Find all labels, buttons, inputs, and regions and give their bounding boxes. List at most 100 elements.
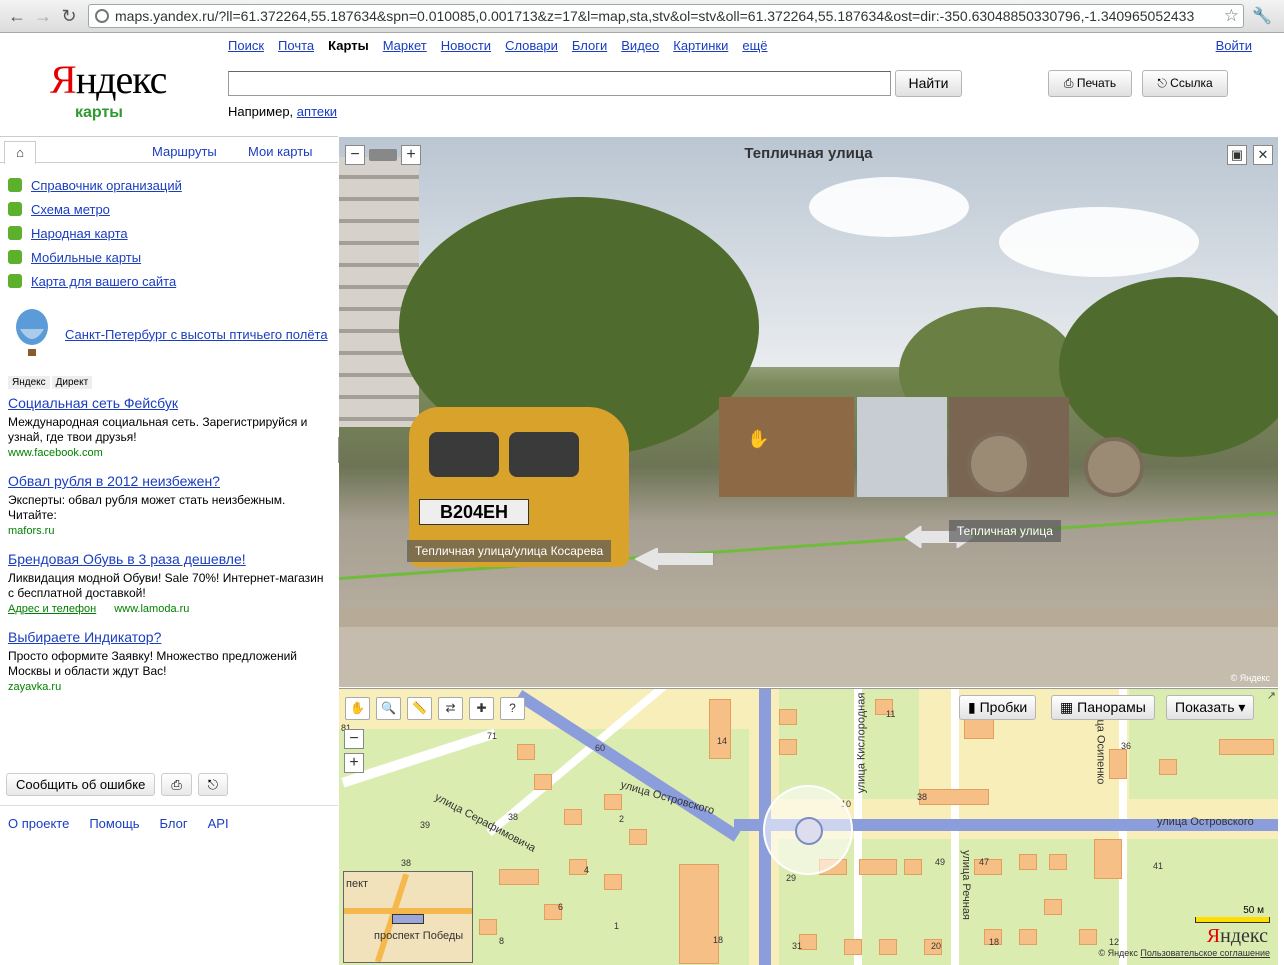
ad-tag-yandex[interactable]: Яндекс	[8, 376, 50, 389]
hand-cursor-icon: ✋	[747, 429, 770, 449]
tab-routes[interactable]: Маршруты	[152, 144, 217, 159]
divider	[0, 805, 338, 806]
nav-maps: Карты	[328, 38, 369, 53]
ad-address-link[interactable]: Адрес и телефон	[8, 603, 96, 615]
traffic-light-icon: ▮	[968, 699, 976, 715]
ad-item: Выбираете Индикатор? Просто оформите Зая…	[8, 629, 328, 693]
nav-video[interactable]: Видео	[621, 38, 659, 53]
ad-title[interactable]: Выбираете Индикатор?	[8, 629, 328, 646]
star-icon[interactable]: ☆	[1224, 5, 1239, 27]
street-label-left[interactable]: Тепличная улица/улица Косарева	[407, 540, 612, 562]
ruler-tool[interactable]: 📏	[407, 697, 432, 720]
panorama-view[interactable]: В204ЕН Тепличная улица − + ▣ ✕ Тепличная…	[339, 137, 1278, 687]
traffic-button[interactable]: ▮ Пробки	[959, 695, 1037, 720]
link-button[interactable]: ⎋ Ссылка	[1142, 70, 1228, 97]
promo[interactable]: Санкт-Петербург с высоты птичьего полёта	[10, 309, 328, 359]
people-map-icon	[8, 226, 22, 240]
building	[1079, 929, 1097, 945]
nav-market[interactable]: Маркет	[383, 38, 427, 53]
wrench-icon[interactable]: 🔧	[1252, 6, 1272, 26]
nav-blogs[interactable]: Блоги	[572, 38, 607, 53]
expand-map-icon[interactable]: ↗	[1267, 689, 1276, 702]
nav-mail[interactable]: Почта	[278, 38, 314, 53]
footer-blog[interactable]: Блог	[160, 816, 188, 831]
menu-item-site-map[interactable]: Карта для вашего сайта	[8, 269, 182, 293]
minimap-viewport[interactable]	[392, 914, 424, 924]
house-number: 47	[979, 857, 990, 867]
show-layers-button[interactable]: Показать ▾	[1166, 695, 1255, 720]
link-icon: ⎋	[1157, 76, 1167, 90]
fullscreen-button[interactable]: ▣	[1227, 145, 1247, 165]
route-tool[interactable]: ⇄	[438, 697, 463, 720]
hand-tool[interactable]: ✋	[345, 697, 370, 720]
zoom-slider[interactable]	[369, 149, 397, 161]
link-small-button[interactable]: ⎋	[197, 773, 229, 796]
map-view[interactable]: улица Островского улица Островского улиц…	[339, 688, 1278, 965]
minimap-label: пект	[346, 878, 369, 890]
map-zoom-out-button[interactable]: −	[344, 729, 364, 749]
panorama-man-icon[interactable]	[795, 817, 823, 845]
map-zoom-in-button[interactable]: +	[344, 753, 364, 773]
minimap[interactable]: пект проспект Победы	[343, 871, 473, 963]
footer-help[interactable]: Помощь	[89, 816, 139, 831]
forward-icon[interactable]: →	[32, 5, 54, 27]
nav-images[interactable]: Картинки	[673, 38, 728, 53]
panorama-title: Тепличная улица	[744, 145, 873, 162]
building	[709, 699, 731, 759]
nav-more[interactable]: ещё	[742, 38, 767, 53]
green-area	[779, 689, 919, 799]
nav-news[interactable]: Новости	[441, 38, 491, 53]
ad-url[interactable]: zayavka.ru	[8, 681, 328, 693]
magnifier-tool[interactable]: 🔍	[376, 697, 401, 720]
search-button[interactable]: Найти	[895, 70, 962, 97]
ad-title[interactable]: Обвал рубля в 2012 неизбежен?	[8, 473, 328, 490]
services-nav: Поиск Почта Карты Маркет Новости Словари…	[228, 38, 768, 53]
ad-title[interactable]: Социальная сеть Фейсбук	[8, 395, 328, 412]
print-button[interactable]: ⎙ Печать	[1048, 70, 1132, 97]
example-link[interactable]: аптеки	[297, 104, 337, 119]
footer-about[interactable]: О проекте	[8, 816, 69, 831]
report-error-button[interactable]: Сообщить об ошибке	[6, 773, 156, 796]
info-tool[interactable]: ?	[500, 697, 525, 720]
ad-url[interactable]: mafors.ru	[8, 525, 328, 537]
print-small-button[interactable]: ⎙	[161, 773, 192, 796]
ad-url[interactable]: www.lamoda.ru	[114, 603, 189, 615]
house-number: 60	[595, 743, 606, 753]
ad-tag-direct[interactable]: Директ	[51, 376, 93, 389]
nav-search[interactable]: Поиск	[228, 38, 264, 53]
address-bar[interactable]: maps.yandex.ru/?ll=61.372264,55.187634&s…	[88, 4, 1244, 28]
footer-api[interactable]: API	[208, 816, 229, 831]
close-panorama-button[interactable]: ✕	[1253, 145, 1273, 165]
back-icon[interactable]: ←	[6, 5, 28, 27]
menu-item-directory[interactable]: Справочник организаций	[8, 173, 182, 197]
menu-item-metro[interactable]: Схема метро	[8, 197, 182, 221]
road	[339, 627, 1278, 687]
yandex-logo[interactable]: Яндекс	[50, 56, 167, 103]
search-input[interactable]	[228, 71, 891, 96]
ad-title[interactable]: Брендовая Обувь в 3 раза дешевле!	[8, 551, 328, 568]
nav-dictionaries[interactable]: Словари	[505, 38, 558, 53]
ad-url[interactable]: www.facebook.com	[8, 447, 328, 459]
reload-icon[interactable]: ↻	[58, 5, 80, 27]
panoramas-button[interactable]: ▦ Панорамы	[1051, 695, 1155, 720]
house-number: 18	[713, 935, 724, 945]
login-link[interactable]: Войти	[1216, 38, 1252, 53]
user-agreement-link[interactable]: Пользовательское соглашение	[1140, 948, 1270, 958]
zoom-in-button[interactable]: +	[401, 145, 421, 165]
ad-text: Просто оформите Заявку! Множество предло…	[8, 649, 298, 678]
van-window	[509, 432, 579, 477]
tab-my-maps[interactable]: Мои карты	[248, 144, 313, 159]
promo-link: Санкт-Петербург с высоты птичьего полёта	[65, 326, 328, 342]
home-tab[interactable]: ⌂	[4, 141, 36, 164]
add-point-tool[interactable]: ✚	[469, 697, 494, 720]
menu-item-mobile[interactable]: Мобильные карты	[8, 245, 182, 269]
sidebar-actions: Сообщить об ошибке ⎙ ⎋	[6, 773, 229, 796]
ad-text: Международная социальная сеть. Зарегистр…	[8, 415, 308, 444]
street-label-right[interactable]: Тепличная улица	[949, 520, 1061, 542]
zoom-out-button[interactable]: −	[345, 145, 365, 165]
menu-item-people-map[interactable]: Народная карта	[8, 221, 182, 245]
metro-icon	[8, 202, 22, 216]
ad-tags: Яндекс Директ	[8, 376, 93, 389]
logo-first-letter: Я	[50, 57, 77, 102]
building	[517, 744, 535, 760]
